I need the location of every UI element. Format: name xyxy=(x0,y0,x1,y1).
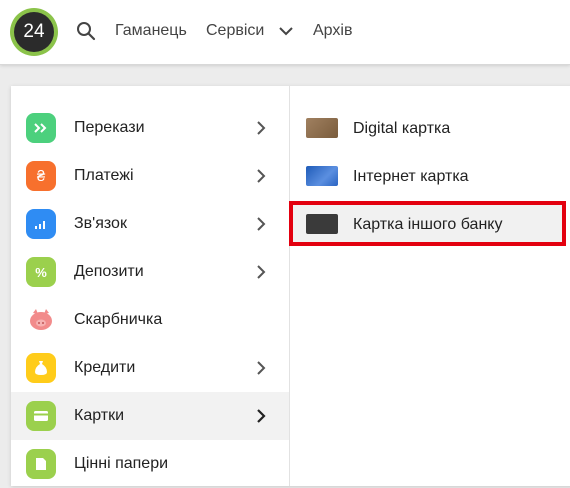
digital-card-icon xyxy=(306,118,338,138)
nav-services[interactable]: Сервіси xyxy=(206,22,264,40)
chevron-down-icon[interactable] xyxy=(278,24,294,38)
credits-icon xyxy=(26,353,56,383)
menu-item-deposits[interactable]: % Депозити xyxy=(11,248,289,296)
cards-icon xyxy=(26,401,56,431)
menu-item-label: Депозити xyxy=(74,263,144,280)
chevron-right-icon xyxy=(257,361,266,375)
payments-icon: ₴ xyxy=(26,161,56,191)
menu-item-cards[interactable]: Картки xyxy=(11,392,289,440)
securities-icon xyxy=(26,449,56,479)
nav-archive[interactable]: Архів xyxy=(313,22,352,40)
menu-item-transfers[interactable]: Перекази xyxy=(11,104,289,152)
chevron-right-icon xyxy=(257,409,266,423)
submenu-item-other-bank-card[interactable]: Картка іншого банку xyxy=(290,200,570,248)
menu-item-payments[interactable]: ₴ Платежі xyxy=(11,152,289,200)
internet-card-icon xyxy=(306,166,338,186)
menu-categories: Перекази ₴ Платежі Зв'язок % Депозити Ск… xyxy=(11,86,290,486)
chevron-right-icon xyxy=(257,169,266,183)
transfers-icon xyxy=(26,113,56,143)
logo-text: 24 xyxy=(14,12,54,52)
submenu-item-label: Digital картка xyxy=(353,120,451,137)
deposits-icon: % xyxy=(26,257,56,287)
search-icon[interactable] xyxy=(76,21,96,41)
submenu-item-label: Інтернет картка xyxy=(353,168,469,185)
piggy-bank-icon xyxy=(26,305,56,335)
privat24-logo[interactable]: 24 xyxy=(10,8,58,56)
menu-item-label: Картки xyxy=(74,407,125,424)
menu-item-label: Кредити xyxy=(74,359,136,376)
connection-icon xyxy=(26,209,56,239)
chevron-right-icon xyxy=(257,121,266,135)
chevron-right-icon xyxy=(257,217,266,231)
menu-item-credits[interactable]: Кредити xyxy=(11,344,289,392)
menu-item-securities[interactable]: Цінні папери xyxy=(11,440,289,488)
top-header: 24 Гаманець Сервіси Архів xyxy=(0,0,570,65)
menu-item-label: Платежі xyxy=(74,167,134,184)
submenu-item-internet-card[interactable]: Інтернет картка xyxy=(290,152,570,200)
other-bank-card-icon xyxy=(306,214,338,234)
nav-wallet[interactable]: Гаманець xyxy=(115,22,187,40)
menu-item-label: Скарбничка xyxy=(74,311,163,328)
menu-item-connection[interactable]: Зв'язок xyxy=(11,200,289,248)
submenu-item-label: Картка іншого банку xyxy=(353,216,503,233)
menu-item-label: Цінні папери xyxy=(74,455,169,472)
submenu-item-digital-card[interactable]: Digital картка xyxy=(290,104,570,152)
menu-item-label: Зв'язок xyxy=(74,215,127,232)
menu-item-label: Перекази xyxy=(74,119,145,136)
menu-item-piggy-bank[interactable]: Скарбничка xyxy=(11,296,289,344)
chevron-right-icon xyxy=(257,265,266,279)
